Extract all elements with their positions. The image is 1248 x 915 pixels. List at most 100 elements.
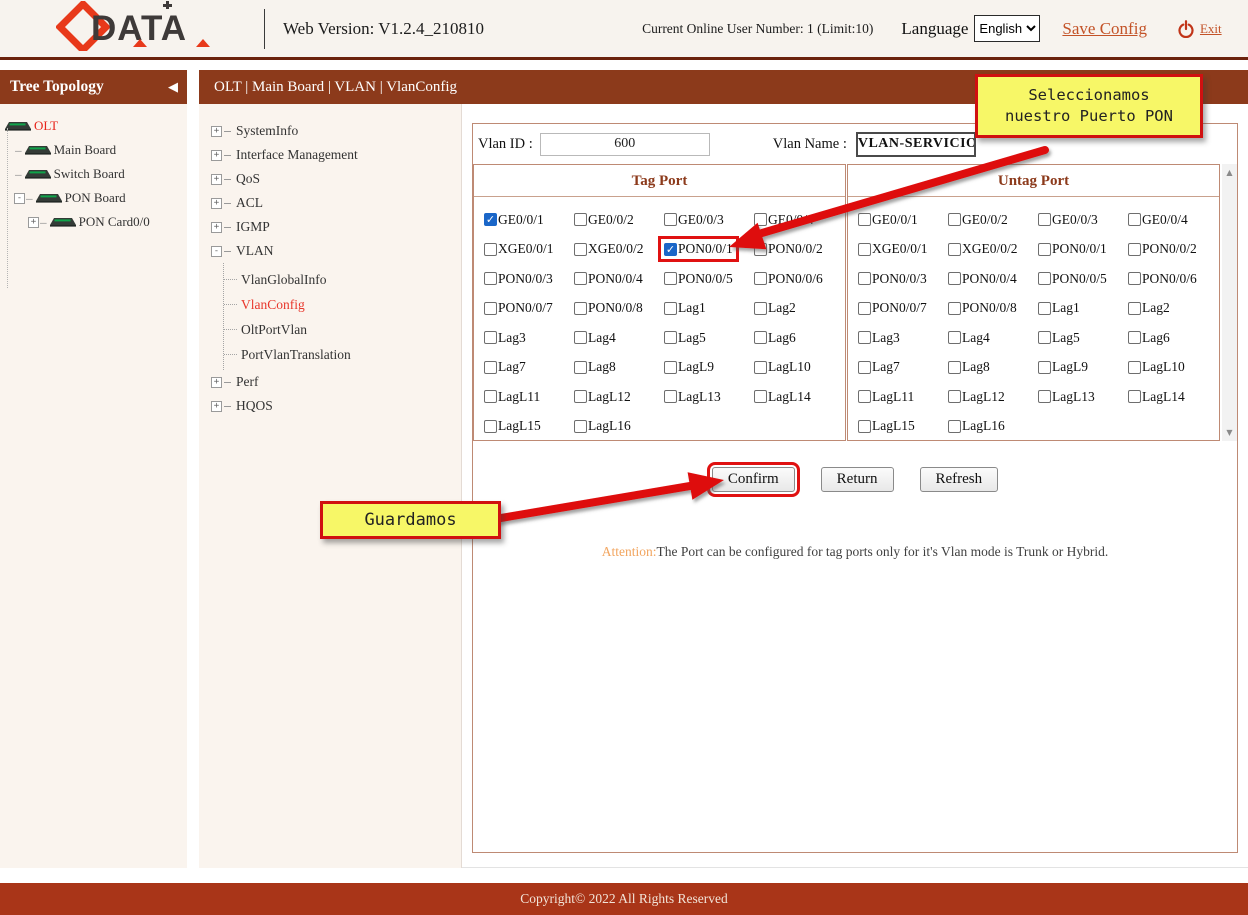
checkbox-untag-port-ge0-0-2[interactable] [948, 213, 961, 226]
checkbox-tag-port-lagl12[interactable] [574, 390, 587, 403]
checkbox-untag-port-lagl15[interactable] [858, 420, 871, 433]
checkbox-tag-port-pon0-0-2[interactable] [754, 243, 767, 256]
checkbox-untag-port-ge0-0-1[interactable] [858, 213, 871, 226]
nav-item-qos[interactable]: +QoS [199, 167, 461, 191]
checkbox-untag-port-lagl9[interactable] [1038, 361, 1051, 374]
checkbox-tag-port-lagl10[interactable] [754, 361, 767, 374]
nav-expander-icon[interactable]: + [211, 198, 222, 209]
tree-node-pon-board[interactable]: -–PON Board [0, 186, 187, 210]
nav-expander-icon[interactable]: + [211, 377, 222, 388]
nav-item-vlanglobalinfo[interactable]: VlanGlobalInfo [224, 267, 461, 292]
nav-expander-icon[interactable]: - [211, 246, 222, 257]
nav-item-hqos[interactable]: +HQOS [199, 394, 461, 418]
checkbox-untag-port-lag5[interactable] [1038, 331, 1051, 344]
checkbox-untag-port-lag1[interactable] [1038, 302, 1051, 315]
checkbox-tag-port-lag4[interactable] [574, 331, 587, 344]
nav-item-acl[interactable]: +ACL [199, 191, 461, 215]
checkbox-untag-port-pon0-0-7[interactable] [858, 302, 871, 315]
checkbox-tag-port-lagl9[interactable] [664, 361, 677, 374]
sidebar-collapse-icon[interactable]: ◀ [168, 80, 178, 95]
checkbox-untag-port-pon0-0-8[interactable] [948, 302, 961, 315]
exit-link[interactable]: Exit [1200, 21, 1222, 37]
checkbox-tag-port-lag7[interactable] [484, 361, 497, 374]
checkbox-untag-port-lag8[interactable] [948, 361, 961, 374]
checkbox-untag-port-lagl16[interactable] [948, 420, 961, 433]
checkbox-tag-port-pon0-0-6[interactable] [754, 272, 767, 285]
scrollbar-down-icon[interactable]: ▼ [1222, 428, 1237, 437]
checkbox-untag-port-lag2[interactable] [1128, 302, 1141, 315]
checkbox-tag-port-lagl16[interactable] [574, 420, 587, 433]
nav-item-igmp[interactable]: +IGMP [199, 215, 461, 239]
checkbox-untag-port-pon0-0-2[interactable] [1128, 243, 1141, 256]
checkbox-untag-port-lagl11[interactable] [858, 390, 871, 403]
checkbox-tag-port-ge0-0-3[interactable] [664, 213, 677, 226]
checkbox-untag-port-lag7[interactable] [858, 361, 871, 374]
checkbox-tag-port-lag2[interactable] [754, 302, 767, 315]
confirm-button[interactable]: Confirm [712, 467, 795, 492]
nav-item-portvlantranslation[interactable]: PortVlanTranslation [224, 342, 461, 367]
nav-item-systeminfo[interactable]: +SystemInfo [199, 119, 461, 143]
checkbox-untag-port-pon0-0-3[interactable] [858, 272, 871, 285]
tree-expander-icon[interactable]: - [14, 193, 25, 204]
checkbox-untag-port-lagl12[interactable] [948, 390, 961, 403]
checkbox-tag-port-lagl13[interactable] [664, 390, 677, 403]
checkbox-tag-port-xge0-0-1[interactable] [484, 243, 497, 256]
checkbox-tag-port-lagl14[interactable] [754, 390, 767, 403]
vlan-id-input[interactable] [540, 133, 710, 156]
checkbox-untag-port-lagl13[interactable] [1038, 390, 1051, 403]
nav-expander-icon[interactable]: + [211, 401, 222, 412]
checkbox-tag-port-lag1[interactable] [664, 302, 677, 315]
tree-node-olt[interactable]: OLT [0, 114, 187, 138]
checkbox-tag-port-pon0-0-8[interactable] [574, 302, 587, 315]
tree-node-main-board[interactable]: –Main Board [0, 138, 187, 162]
checkbox-tag-port-lagl11[interactable] [484, 390, 497, 403]
nav-item-interface-management[interactable]: +Interface Management [199, 143, 461, 167]
port-table-scrollbar[interactable]: ▲ ▼ [1222, 164, 1237, 441]
language-select[interactable]: English [974, 15, 1040, 42]
checkbox-untag-port-pon0-0-5[interactable] [1038, 272, 1051, 285]
checkbox-untag-port-pon0-0-6[interactable] [1128, 272, 1141, 285]
checkbox-tag-port-xge0-0-2[interactable] [574, 243, 587, 256]
nav-item-vlan[interactable]: -VLAN [199, 239, 461, 263]
vlan-name-input[interactable] [856, 132, 976, 157]
checkbox-tag-port-pon0-0-4[interactable] [574, 272, 587, 285]
checkbox-untag-port-lagl14[interactable] [1128, 390, 1141, 403]
nav-expander-icon[interactable]: + [211, 150, 222, 161]
checkbox-tag-port-lagl15[interactable] [484, 420, 497, 433]
tree-expander-icon[interactable]: + [28, 217, 39, 228]
nav-expander-icon[interactable]: + [211, 126, 222, 137]
refresh-button[interactable]: Refresh [920, 467, 999, 492]
checkbox-tag-port-ge0-0-4[interactable] [754, 213, 767, 226]
checkbox-untag-port-lagl10[interactable] [1128, 361, 1141, 374]
checkbox-tag-port-lag5[interactable] [664, 331, 677, 344]
checkbox-untag-port-ge0-0-4[interactable] [1128, 213, 1141, 226]
nav-expander-icon[interactable]: + [211, 174, 222, 185]
checkbox-tag-port-pon0-0-7[interactable] [484, 302, 497, 315]
tree-node-switch-board[interactable]: –Switch Board [0, 162, 187, 186]
checkbox-tag-port-pon0-0-1[interactable] [664, 243, 677, 256]
return-button[interactable]: Return [821, 467, 894, 492]
nav-expander-icon[interactable]: + [211, 222, 222, 233]
scrollbar-up-icon[interactable]: ▲ [1222, 168, 1237, 177]
checkbox-tag-port-lag8[interactable] [574, 361, 587, 374]
power-icon[interactable] [1177, 20, 1195, 38]
checkbox-untag-port-pon0-0-4[interactable] [948, 272, 961, 285]
checkbox-tag-port-pon0-0-3[interactable] [484, 272, 497, 285]
checkbox-tag-port-ge0-0-2[interactable] [574, 213, 587, 226]
checkbox-untag-port-ge0-0-3[interactable] [1038, 213, 1051, 226]
checkbox-tag-port-lag3[interactable] [484, 331, 497, 344]
save-config-link[interactable]: Save Config [1062, 19, 1147, 39]
nav-item-vlanconfig[interactable]: VlanConfig [224, 292, 461, 317]
nav-item-oltportvlan[interactable]: OltPortVlan [224, 317, 461, 342]
checkbox-tag-port-pon0-0-5[interactable] [664, 272, 677, 285]
checkbox-untag-port-xge0-0-2[interactable] [948, 243, 961, 256]
checkbox-untag-port-pon0-0-1[interactable] [1038, 243, 1051, 256]
checkbox-untag-port-lag6[interactable] [1128, 331, 1141, 344]
tree-node-pon-card0-0[interactable]: +–PON Card0/0 [0, 210, 187, 234]
checkbox-untag-port-xge0-0-1[interactable] [858, 243, 871, 256]
checkbox-tag-port-ge0-0-1[interactable] [484, 213, 497, 226]
checkbox-untag-port-lag4[interactable] [948, 331, 961, 344]
checkbox-tag-port-lag6[interactable] [754, 331, 767, 344]
checkbox-untag-port-lag3[interactable] [858, 331, 871, 344]
nav-item-perf[interactable]: +Perf [199, 370, 461, 394]
